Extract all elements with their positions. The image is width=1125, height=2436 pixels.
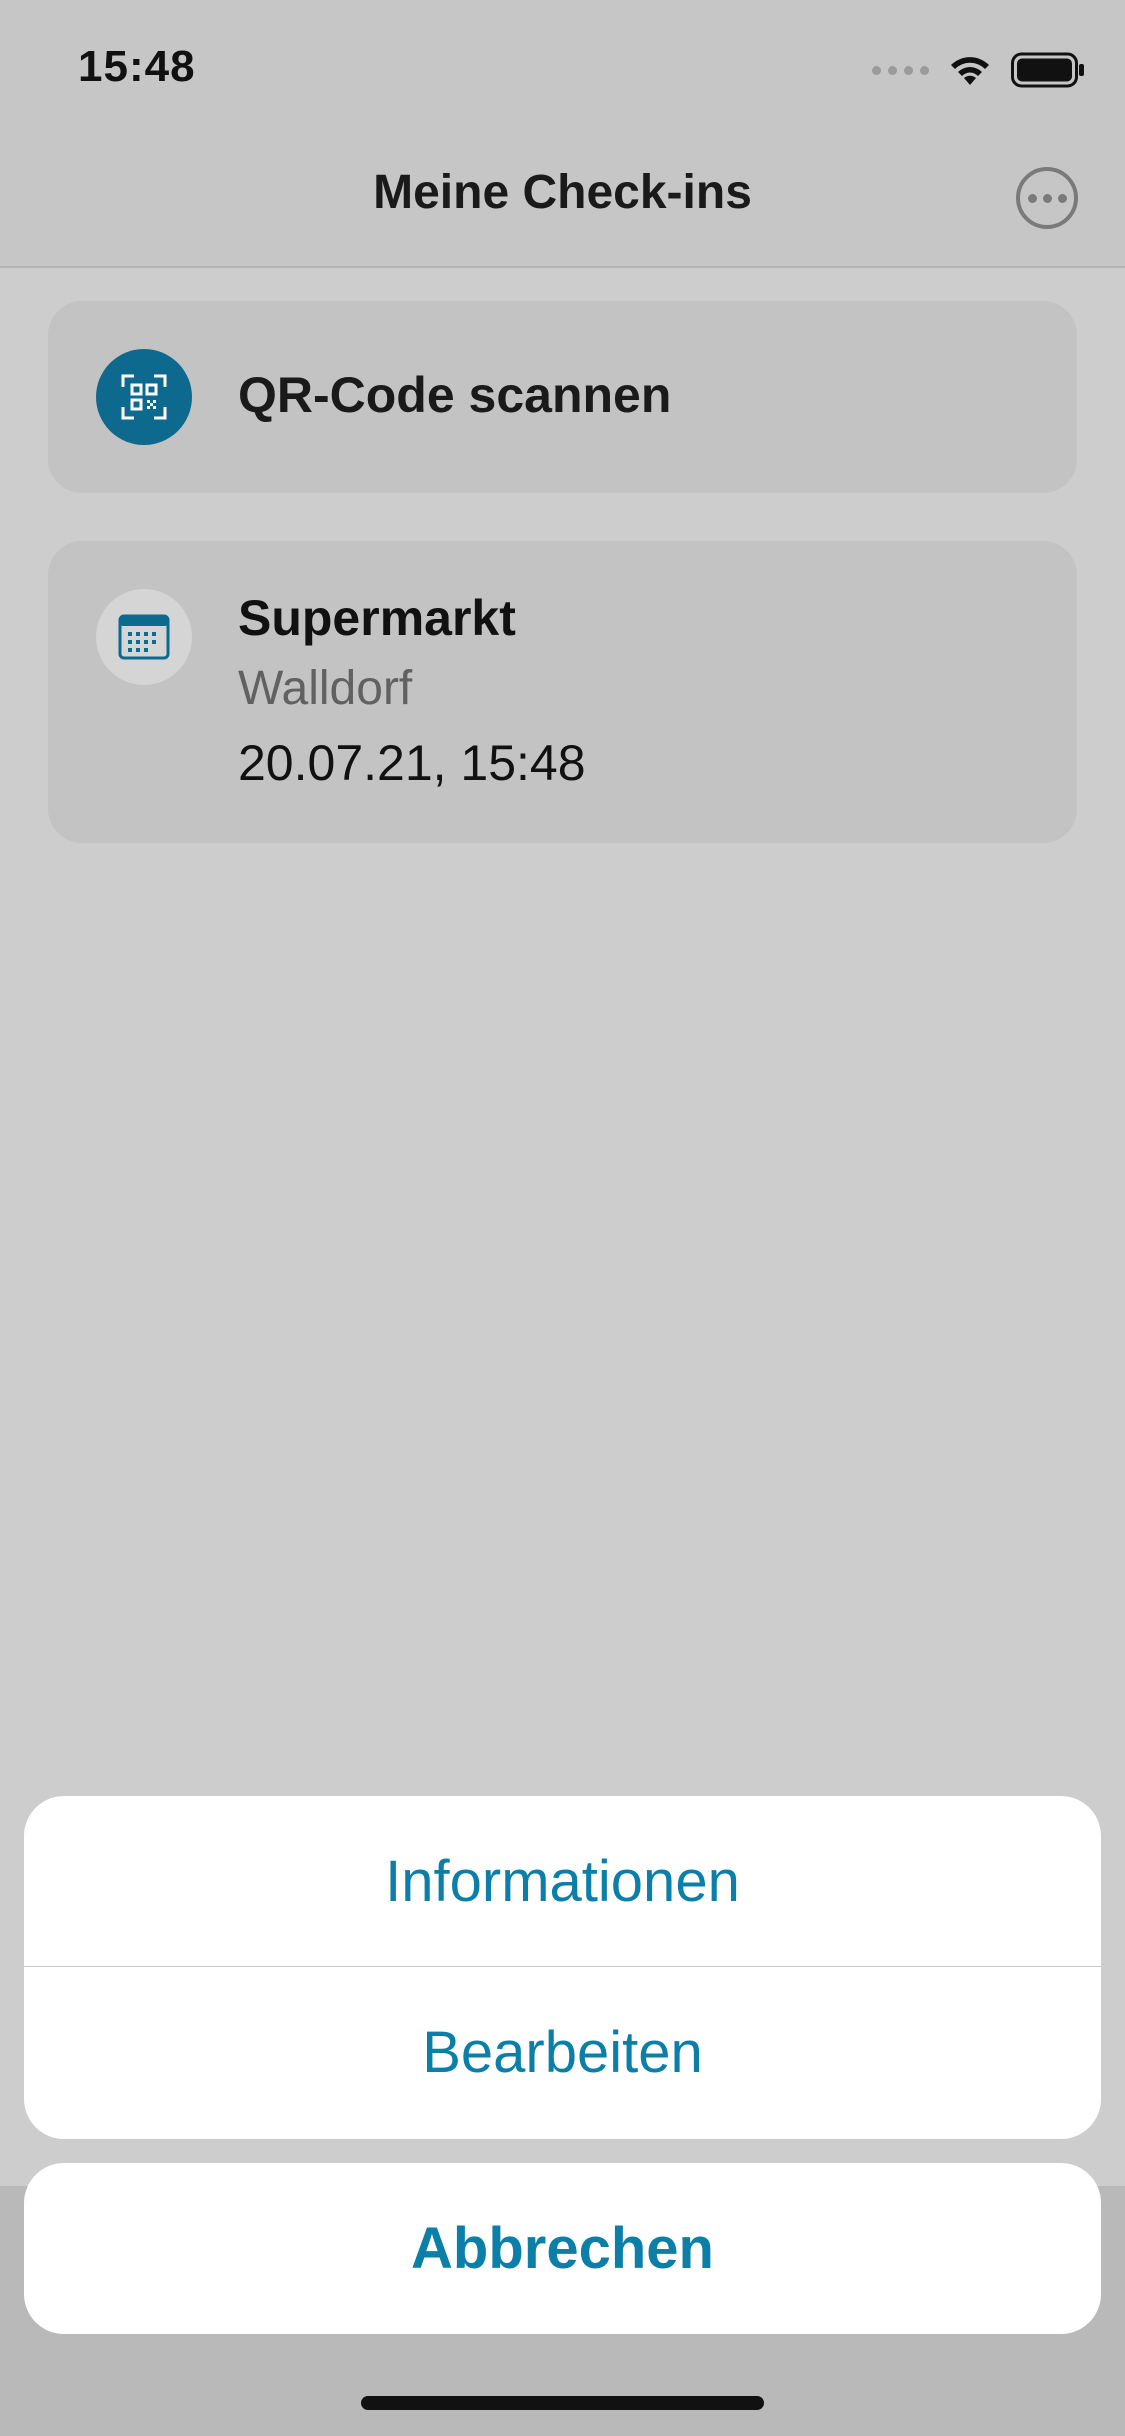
more-options-button[interactable] <box>1016 167 1078 229</box>
status-icons <box>872 48 1085 92</box>
status-time: 15:48 <box>78 42 196 91</box>
action-sheet-cancel: Abbrechen <box>24 2163 1101 2334</box>
home-indicator[interactable] <box>361 2396 764 2410</box>
battery-icon <box>1011 52 1084 88</box>
checkin-location: Walldorf <box>238 662 413 715</box>
ellipsis-circle-icon <box>1027 193 1037 203</box>
checkin-title: Supermarkt <box>238 590 516 646</box>
page-title: Meine Check-ins <box>373 166 752 219</box>
checkin-datetime: 20.07.21, 15:48 <box>238 735 586 791</box>
checkin-list-item[interactable]: Supermarkt Walldorf 20.07.21, 15:48 <box>48 541 1077 843</box>
cellular-signal-icon <box>872 65 929 75</box>
action-sheet: Informationen Bearbeiten <box>24 1796 1101 2139</box>
navigation-bar: 15:48 Meine Check-ins <box>0 0 1125 268</box>
informationen-button[interactable]: Informationen <box>24 1796 1101 1967</box>
qr-scan-icon <box>96 349 192 445</box>
cancel-button[interactable]: Abbrechen <box>24 2163 1101 2334</box>
bearbeiten-button[interactable]: Bearbeiten <box>24 1967 1101 2138</box>
calendar-icon <box>96 589 192 685</box>
scan-qr-code-button[interactable]: QR-Code scannen <box>48 301 1077 493</box>
wifi-icon <box>951 57 989 85</box>
scan-qr-code-label: QR-Code scannen <box>238 367 672 423</box>
